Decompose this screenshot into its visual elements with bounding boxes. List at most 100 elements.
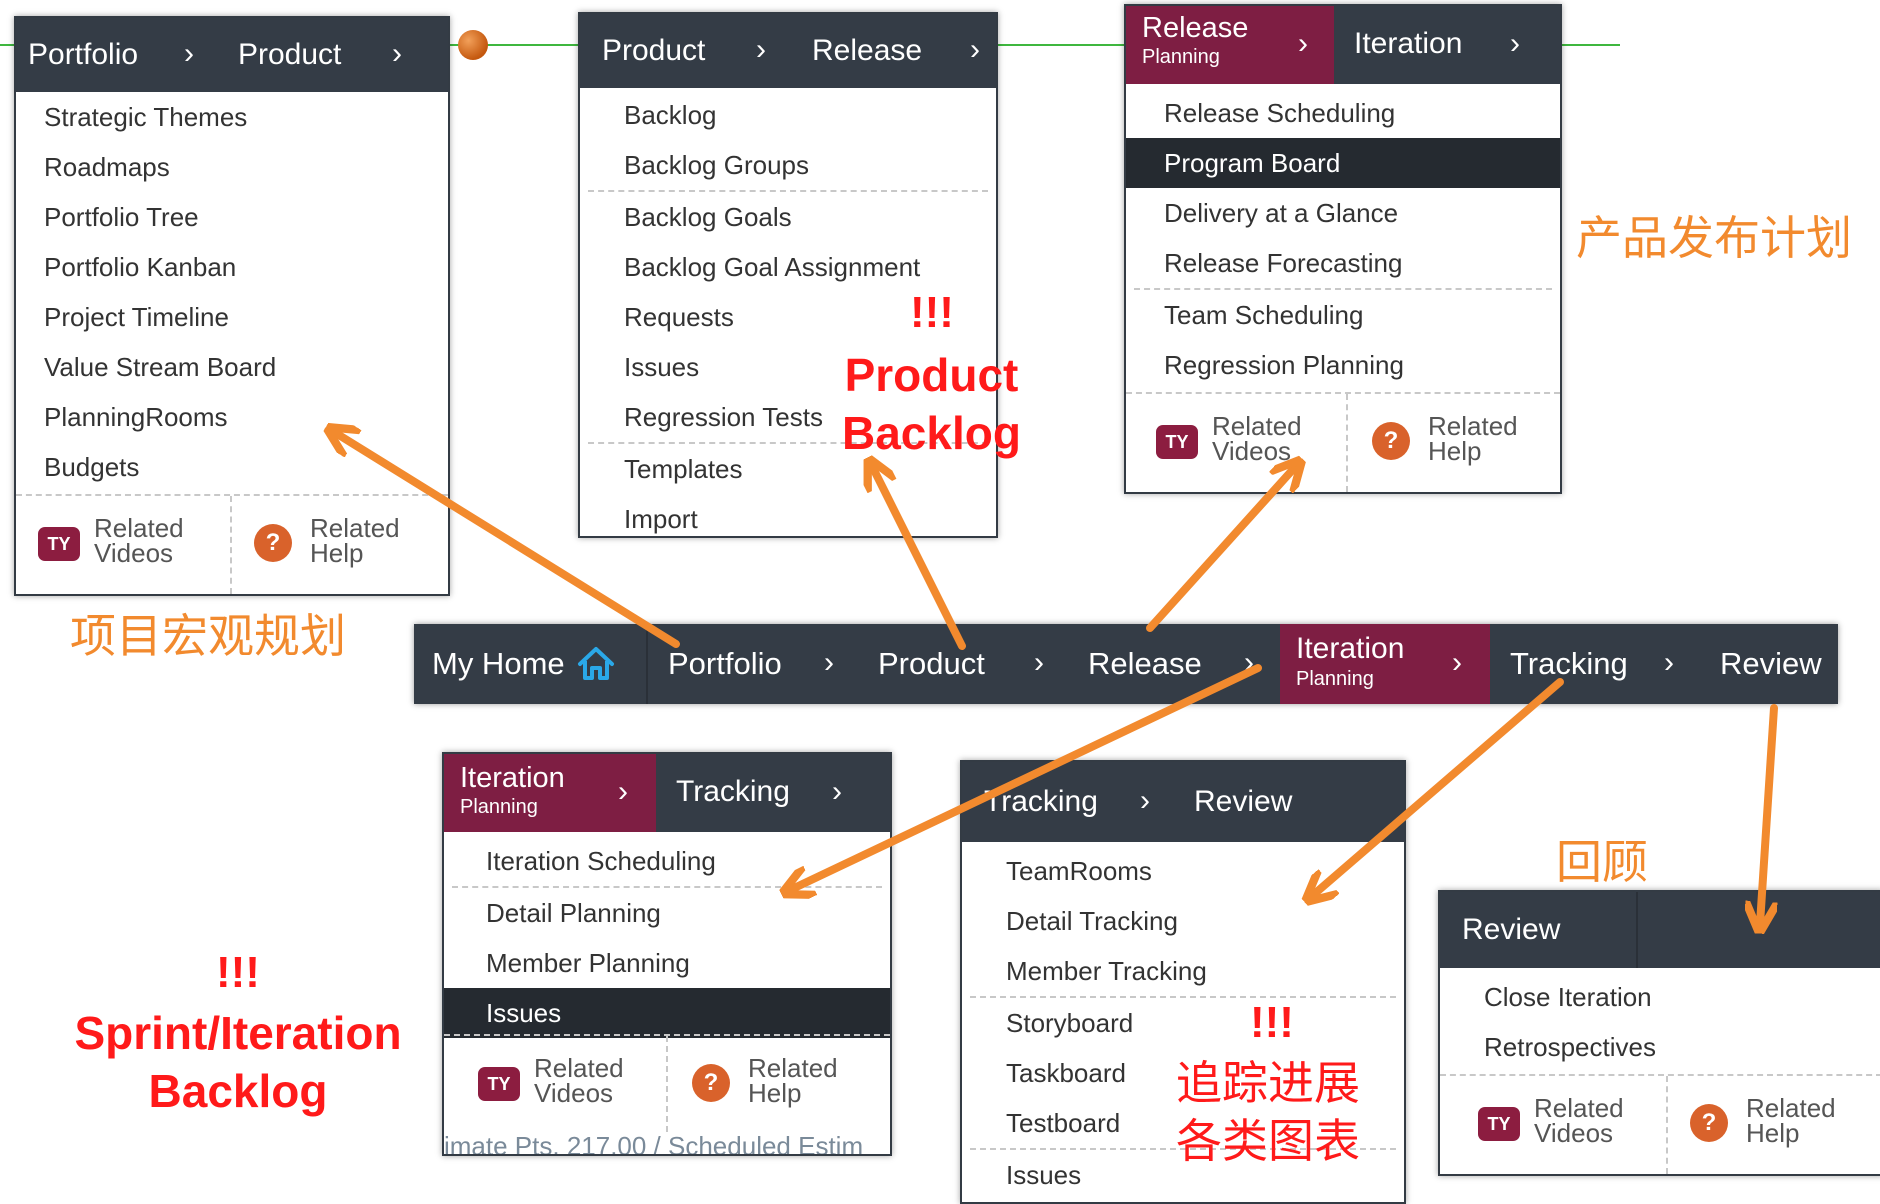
crumb-portfolio[interactable]: Portfolio <box>28 18 138 92</box>
menu-item-member-tracking[interactable]: Member Tracking <box>962 946 1404 996</box>
panel-header: Product › Release › <box>580 14 996 88</box>
panel-footer: TY Related Videos ? Related Help <box>444 1034 890 1132</box>
chevron-right-icon: › <box>1452 646 1462 679</box>
menu-item-retrospectives[interactable]: Retrospectives <box>1440 1022 1880 1072</box>
crumb-tracking[interactable]: Tracking <box>676 754 790 832</box>
annotation-review-cn: 回顾 <box>1556 836 1648 888</box>
menu-item-program-board[interactable]: Program Board <box>1126 138 1560 188</box>
annotation-tracking-cn-line1: 追踪进展 <box>1176 1057 1360 1109</box>
release-tab-title: Release <box>1142 12 1249 44</box>
menu-item-roadmaps[interactable]: Roadmaps <box>16 142 448 192</box>
menu-item-teamrooms[interactable]: TeamRooms <box>962 846 1404 896</box>
main-nav-bar: My Home Portfolio › Product › Release › … <box>414 624 1838 704</box>
chevron-right-icon: › <box>184 37 194 70</box>
panel-footer: TY Related Videos ? Related Help <box>1126 392 1560 492</box>
menu-item-portfolio-kanban[interactable]: Portfolio Kanban <box>16 242 448 292</box>
videos-logo-icon: TY <box>1478 1107 1520 1141</box>
menu-item-iteration-scheduling[interactable]: Iteration Scheduling <box>444 836 890 886</box>
nav-tracking[interactable]: Tracking <box>1510 624 1628 704</box>
crumb-iteration[interactable]: Iteration <box>1354 6 1462 84</box>
annotation-product-alert: !!! <box>910 288 954 337</box>
crumb-review[interactable]: Review <box>1194 762 1292 842</box>
menu-item-strategic-themes[interactable]: Strategic Themes <box>16 92 448 142</box>
chevron-right-icon: › <box>1244 646 1254 679</box>
nav-my-home[interactable]: My Home <box>432 624 565 704</box>
crumb-product[interactable]: Product <box>602 14 705 88</box>
menu-item-release-scheduling[interactable]: Release Scheduling <box>1126 88 1560 138</box>
menu-item-detail-planning[interactable]: Detail Planning <box>444 888 890 938</box>
iteration-tab-title: Iteration <box>1296 632 1405 665</box>
crumb-tracking[interactable]: Tracking <box>984 762 1098 842</box>
menu-item-backlog-goal-assignment[interactable]: Backlog Goal Assignment <box>580 242 996 292</box>
menu-item-issues[interactable]: Issues <box>444 988 890 1038</box>
related-videos-line2: Videos <box>1212 436 1292 466</box>
review-panel: Review Close Iteration Retrospectives TY… <box>1438 890 1880 1176</box>
related-videos-line2: Videos <box>534 1078 614 1108</box>
annotation-product-backlog: Product Backlog <box>842 346 1021 462</box>
menu-item-release-forecasting[interactable]: Release Forecasting <box>1126 238 1560 288</box>
menu-item-team-scheduling[interactable]: Team Scheduling <box>1126 290 1560 340</box>
chevron-right-icon: › <box>1034 646 1044 679</box>
menu-item-member-planning[interactable]: Member Planning <box>444 938 890 988</box>
iteration-panel-tab-title: Iteration <box>460 762 565 794</box>
panel-footer: TY Related Videos ? Related Help <box>1440 1074 1880 1174</box>
related-help-line2: Help <box>1746 1118 1800 1148</box>
related-help-line2: Help <box>310 538 364 568</box>
orange-dot <box>458 30 488 60</box>
nav-release[interactable]: Release <box>1088 624 1202 704</box>
chevron-right-icon: › <box>824 646 834 679</box>
chevron-right-icon: › <box>970 33 980 66</box>
help-icon: ? <box>1690 1104 1728 1142</box>
menu-item-budgets[interactable]: Budgets <box>16 442 448 492</box>
connector-line <box>1560 44 1620 46</box>
annotation-product-line2: Backlog <box>842 407 1021 459</box>
annotation-portfolio-cn: 项目宏观规划 <box>70 610 346 662</box>
chevron-right-icon: › <box>1140 784 1150 817</box>
chevron-right-icon: › <box>1510 27 1520 60</box>
crumb-release[interactable]: Release <box>812 14 922 88</box>
related-help-line2: Help <box>1428 436 1482 466</box>
menu-item-regression-planning[interactable]: Regression Planning <box>1126 340 1560 390</box>
videos-logo-icon: TY <box>1156 425 1198 459</box>
menu-item-portfolio-tree[interactable]: Portfolio Tree <box>16 192 448 242</box>
nav-portfolio[interactable]: Portfolio <box>668 624 782 704</box>
menu-item-detail-tracking[interactable]: Detail Tracking <box>962 896 1404 946</box>
chevron-right-icon: › <box>1664 646 1674 679</box>
panel-header: Portfolio › Product › <box>16 18 448 92</box>
menu-item-backlog-groups[interactable]: Backlog Groups <box>580 140 996 190</box>
iteration-panel: Iteration Planning › Tracking › Iteratio… <box>442 752 892 1156</box>
release-tab-subtitle: Planning <box>1142 46 1220 68</box>
portfolio-panel: Portfolio › Product › Strategic Themes R… <box>14 16 450 596</box>
crumb-product[interactable]: Product <box>238 18 341 92</box>
chevron-right-icon: › <box>1298 27 1308 60</box>
related-help-line2: Help <box>748 1078 802 1108</box>
annotation-sprint-backlog: Sprint/Iteration Backlog <box>68 1004 408 1120</box>
menu-item-planningrooms[interactable]: PlanningRooms <box>16 392 448 442</box>
panel-header: Tracking › Review <box>962 762 1404 842</box>
menu-item-import[interactable]: Import <box>580 494 996 536</box>
annotation-tracking-cn-line2: 各类图表 <box>1176 1115 1360 1167</box>
menu-item-project-timeline[interactable]: Project Timeline <box>16 292 448 342</box>
menu-item-backlog[interactable]: Backlog <box>580 90 996 140</box>
videos-logo-icon: TY <box>478 1067 520 1101</box>
menu-item-delivery-at-a-glance[interactable]: Delivery at a Glance <box>1126 188 1560 238</box>
background-estimate-text: imate Pts. 217.00 / Scheduled Estim <box>444 1131 864 1156</box>
menu-item-close-iteration[interactable]: Close Iteration <box>1440 972 1880 1022</box>
menu-item-storyboard[interactable]: Storyboard <box>962 998 1404 1048</box>
help-icon: ? <box>254 524 292 562</box>
chevron-right-icon: › <box>756 33 766 66</box>
nav-product[interactable]: Product <box>878 624 985 704</box>
release-panel: Release Planning › Iteration › Release S… <box>1124 4 1562 494</box>
panel-footer: TY Related Videos ? Related Help <box>16 494 448 594</box>
menu-item-backlog-goals[interactable]: Backlog Goals <box>580 192 996 242</box>
iteration-tab-subtitle: Planning <box>1296 668 1374 690</box>
home-icon[interactable] <box>576 644 616 684</box>
crumb-review[interactable]: Review <box>1462 892 1560 968</box>
iteration-panel-tab-subtitle: Planning <box>460 796 538 818</box>
menu-item-value-stream-board[interactable]: Value Stream Board <box>16 342 448 392</box>
related-videos-line2: Videos <box>1534 1118 1614 1148</box>
chevron-right-icon: › <box>832 775 842 808</box>
annotation-tracking-alert: !!! <box>1250 998 1294 1047</box>
nav-review[interactable]: Review <box>1720 624 1822 704</box>
chevron-right-icon: › <box>392 37 402 70</box>
